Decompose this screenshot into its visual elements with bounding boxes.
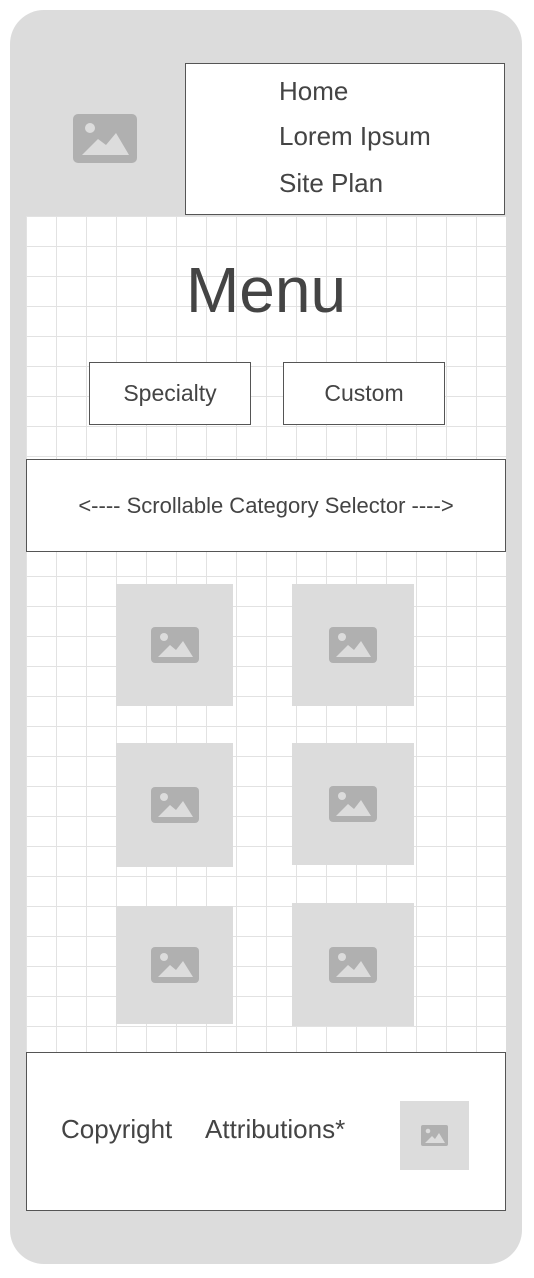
image-placeholder-icon [329,627,377,663]
category-selector[interactable]: <---- Scrollable Category Selector ----> [26,459,506,552]
copyright-link[interactable]: Copyright [61,1114,172,1145]
image-placeholder-icon [73,114,137,163]
footer-image [400,1101,469,1170]
nav-item-site-plan[interactable]: Site Plan [279,168,383,199]
footer: Copyright Attributions* [26,1052,506,1211]
menu-item-tile[interactable] [116,743,233,867]
menu-item-tile[interactable] [116,584,233,706]
specialty-button[interactable]: Specialty [89,362,251,425]
menu-item-tile[interactable] [292,903,414,1026]
image-placeholder-icon [150,947,199,983]
menu-item-tile[interactable] [292,743,414,865]
image-placeholder-icon [421,1125,448,1146]
image-placeholder-icon [329,786,377,822]
grid-background [26,216,506,1052]
attributions-link[interactable]: Attributions* [205,1114,345,1145]
main-nav: Home Lorem Ipsum Site Plan [185,63,505,215]
menu-item-tile[interactable] [292,584,414,706]
nav-item-lorem-ipsum[interactable]: Lorem Ipsum [279,121,431,152]
custom-button[interactable]: Custom [283,362,445,425]
image-placeholder-icon [150,627,199,663]
menu-item-tile[interactable] [116,906,233,1024]
page-title: Menu [185,254,347,326]
image-placeholder-icon [329,946,377,983]
logo-image-icon[interactable] [73,114,137,163]
nav-item-home[interactable]: Home [279,76,348,107]
image-placeholder-icon [150,787,199,823]
